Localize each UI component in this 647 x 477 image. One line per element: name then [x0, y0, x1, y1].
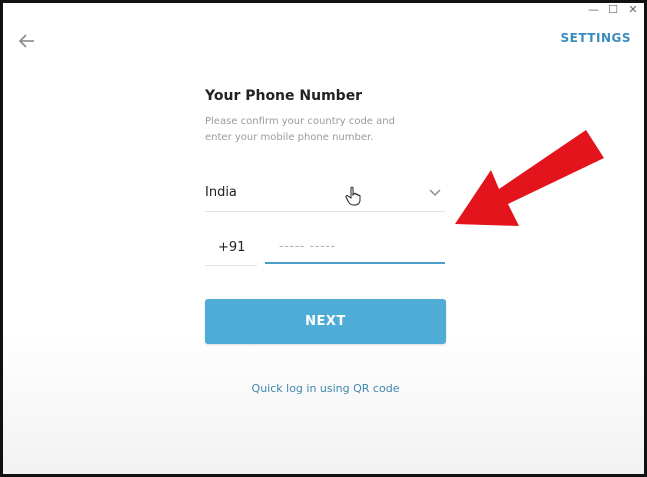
app-window: — ☐ ✕ SETTINGS Your Phone Number Please …	[0, 0, 647, 477]
country-code-value: +91	[218, 240, 246, 255]
country-selected-value: India	[205, 185, 237, 200]
minimize-icon[interactable]: —	[588, 4, 599, 15]
red-pointer-arrow-icon	[455, 130, 604, 226]
country-code-field[interactable]: +91	[205, 231, 257, 266]
settings-link[interactable]: SETTINGS	[561, 31, 632, 45]
close-icon[interactable]: ✕	[628, 4, 638, 15]
hand-cursor-icon	[345, 186, 361, 206]
country-select[interactable]: India	[205, 173, 445, 212]
qr-login-link[interactable]: Quick log in using QR code	[205, 382, 446, 395]
page-title: Your Phone Number	[205, 88, 363, 104]
phone-number-input[interactable]	[265, 231, 445, 264]
page-subtitle: Please confirm your country code and ent…	[205, 116, 395, 143]
window-controls: — ☐ ✕	[588, 4, 638, 15]
maximize-icon[interactable]: ☐	[608, 4, 618, 15]
arrow-left-icon[interactable]	[17, 31, 37, 51]
chevron-down-icon	[429, 189, 441, 196]
next-button[interactable]: NEXT	[205, 299, 446, 344]
